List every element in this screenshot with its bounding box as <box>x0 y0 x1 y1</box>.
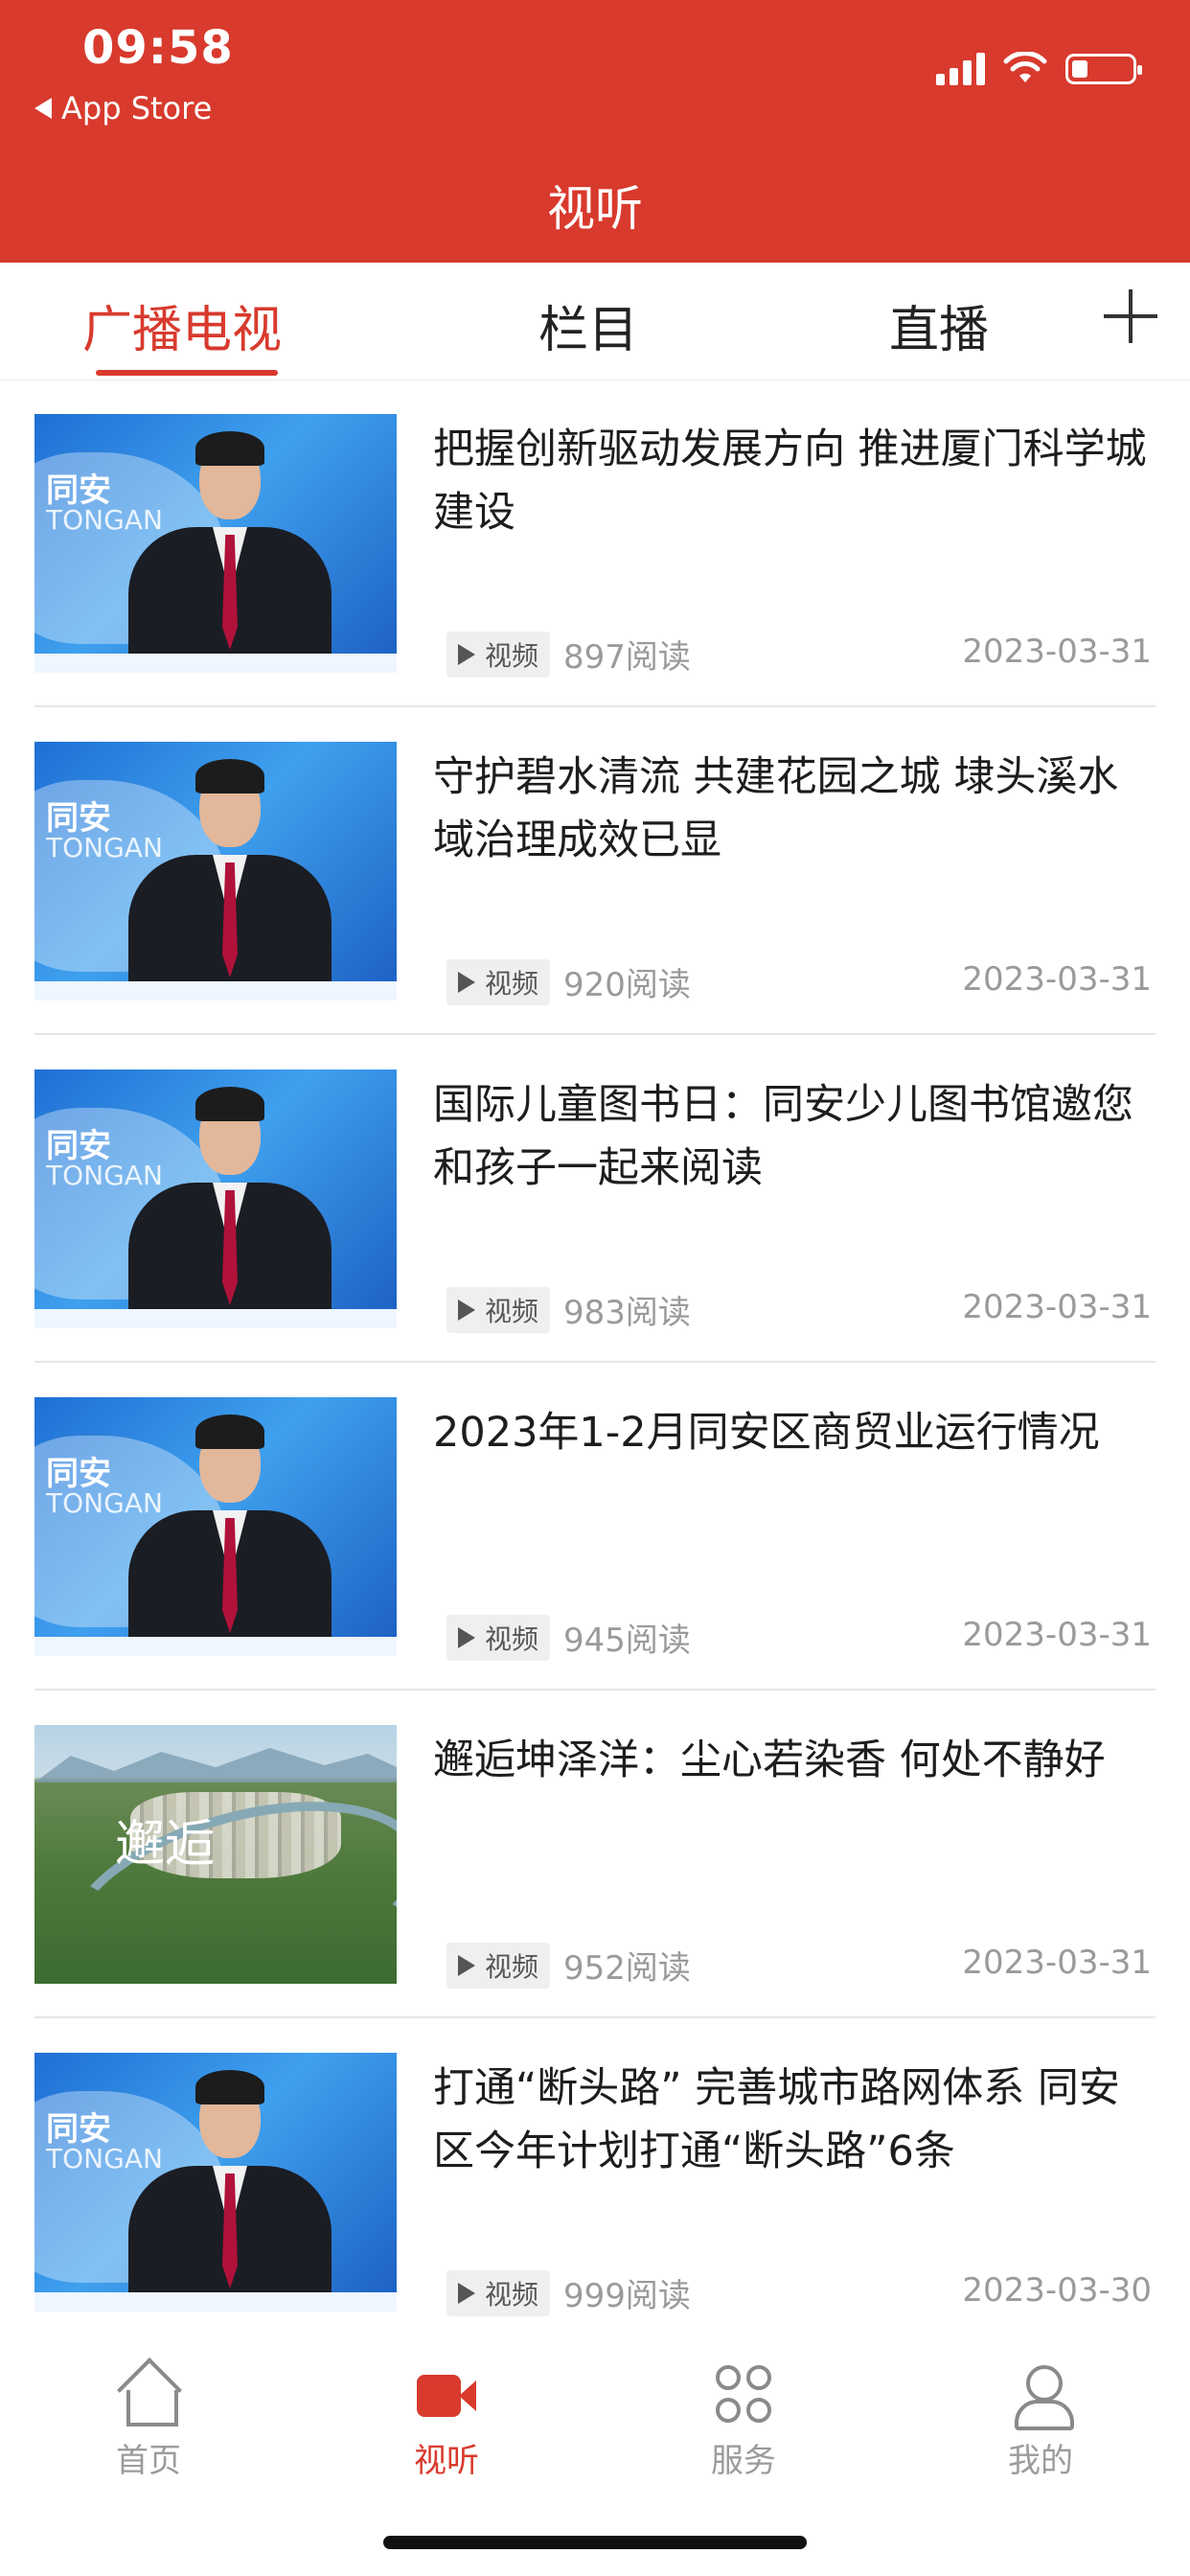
active-tab-indicator <box>96 370 278 376</box>
article-item[interactable]: 同安 TONGAN 把握创新驱动发展方向 推进厦门科学城建设 视频 897阅读 … <box>0 380 1190 707</box>
article-thumbnail[interactable]: 邂逅 <box>34 1725 397 1984</box>
article-title[interactable]: 2023年1-2月同安区商贸业运行情况 <box>433 1401 1156 1464</box>
read-count: 999阅读 <box>563 2277 691 2315</box>
play-icon <box>458 971 475 993</box>
video-tag: 视频 <box>446 958 551 1005</box>
read-count: 897阅读 <box>563 638 691 677</box>
article-item[interactable]: 同安 TONGAN 2023年1-2月同安区商贸业运行情况 视频 945阅读 2… <box>0 1363 1190 1690</box>
nav-services-label: 服务 <box>711 2442 776 2480</box>
battery-icon <box>1065 54 1142 84</box>
nav-mine[interactable]: 我的 <box>964 2363 1117 2481</box>
back-arrow-icon <box>34 98 52 119</box>
thumbnail-logo-en: TONGAN <box>46 832 163 863</box>
back-app-label: App Store <box>61 90 213 126</box>
play-icon <box>458 1954 475 1976</box>
video-tag-label: 视频 <box>485 1950 539 1983</box>
home-indicator[interactable] <box>383 2536 807 2549</box>
article-date: 2023-03-31 <box>962 1288 1152 1326</box>
play-icon <box>458 1626 475 1648</box>
tab-broadcast-tv[interactable]: 广播电视 <box>82 289 282 361</box>
video-tag-label: 视频 <box>485 1622 539 1655</box>
video-tag: 视频 <box>446 1614 551 1661</box>
article-thumbnail[interactable]: 同安 TONGAN <box>34 2053 397 2312</box>
video-tag: 视频 <box>446 631 551 678</box>
thumbnail-logo-en: TONGAN <box>46 1160 163 1191</box>
read-count: 920阅读 <box>563 966 691 1004</box>
article-date: 2023-03-31 <box>962 1616 1152 1654</box>
article-meta: 视频 897阅读 <box>446 631 691 678</box>
wifi-icon <box>1003 52 1047 82</box>
play-icon <box>458 2282 475 2304</box>
article-date: 2023-03-31 <box>962 960 1152 999</box>
add-tab-plus-icon[interactable] <box>1104 289 1157 343</box>
article-title[interactable]: 邂逅坤泽洋：尘心若染香 何处不静好 <box>433 1729 1156 1792</box>
play-icon <box>458 1299 475 1321</box>
video-tag-label: 视频 <box>485 2278 539 2311</box>
category-tabs: 广播电视 栏目 直播 <box>0 263 1190 380</box>
read-count: 983阅读 <box>563 1294 691 1332</box>
article-thumbnail[interactable]: 同安 TONGAN <box>34 1397 397 1656</box>
nav-services[interactable]: 服务 <box>667 2363 820 2481</box>
article-meta: 视频 999阅读 <box>446 2269 691 2316</box>
nav-home[interactable]: 首页 <box>72 2363 225 2481</box>
article-date: 2023-03-31 <box>962 632 1152 671</box>
video-tag: 视频 <box>446 2269 551 2316</box>
thumbnail-calligraphy: 邂逅 <box>115 1816 216 1874</box>
back-to-app-link[interactable]: App Store <box>34 90 212 126</box>
article-title[interactable]: 把握创新驱动发展方向 推进厦门科学城建设 <box>433 418 1156 544</box>
article-title[interactable]: 国际儿童图书日：同安少儿图书馆邀您和孩子一起来阅读 <box>433 1073 1156 1200</box>
video-tag: 视频 <box>446 1942 551 1989</box>
article-meta: 视频 920阅读 <box>446 958 691 1005</box>
article-item[interactable]: 邂逅 邂逅坤泽洋：尘心若染香 何处不静好 视频 952阅读 2023-03-31 <box>0 1690 1190 2018</box>
grid-icon <box>712 2363 775 2426</box>
page-title: 视听 <box>547 181 643 237</box>
article-item[interactable]: 同安 TONGAN 国际儿童图书日：同安少儿图书馆邀您和孩子一起来阅读 视频 9… <box>0 1035 1190 1363</box>
read-count: 952阅读 <box>563 1949 691 1988</box>
nav-home-label: 首页 <box>116 2442 181 2480</box>
home-icon <box>117 2363 180 2426</box>
nav-mine-label: 我的 <box>1008 2442 1073 2480</box>
thumbnail-logo-en: TONGAN <box>46 1487 163 1519</box>
cellular-signal-icon <box>936 53 985 85</box>
read-count: 945阅读 <box>563 1622 691 1660</box>
article-item[interactable]: 同安 TONGAN 打通“断头路” 完善城市路网体系 同安区今年计划打通“断头路… <box>0 2018 1190 2346</box>
article-meta: 视频 945阅读 <box>446 1614 691 1661</box>
nav-audio-video-label: 视听 <box>414 2442 479 2480</box>
article-thumbnail[interactable]: 同安 TONGAN <box>34 414 397 673</box>
article-item[interactable]: 同安 TONGAN 守护碧水清流 共建花园之城 埭头溪水域治理成效已显 视频 9… <box>0 707 1190 1035</box>
article-date: 2023-03-30 <box>962 2271 1152 2310</box>
article-thumbnail[interactable]: 同安 TONGAN <box>34 1070 397 1328</box>
thumbnail-logo-en: TONGAN <box>46 504 163 536</box>
nav-audio-video[interactable]: 视听 <box>370 2363 523 2481</box>
thumbnail-logo-en: TONGAN <box>46 2143 163 2174</box>
tab-columns[interactable]: 栏目 <box>538 289 638 361</box>
article-title[interactable]: 守护碧水清流 共建花园之城 埭头溪水域治理成效已显 <box>433 746 1156 872</box>
article-title[interactable]: 打通“断头路” 完善城市路网体系 同安区今年计划打通“断头路”6条 <box>433 2057 1156 2183</box>
top-header: 09:58 App Store 视听 <box>0 0 1190 263</box>
video-tag-label: 视频 <box>485 639 539 672</box>
article-meta: 视频 952阅读 <box>446 1942 691 1989</box>
status-icons <box>936 52 1142 86</box>
article-date: 2023-03-31 <box>962 1944 1152 1982</box>
tab-live[interactable]: 直播 <box>889 289 989 361</box>
video-camera-icon <box>415 2363 478 2426</box>
status-time: 09:58 <box>82 21 234 75</box>
video-tag-label: 视频 <box>485 1295 539 1327</box>
article-thumbnail[interactable]: 同安 TONGAN <box>34 742 397 1000</box>
article-meta: 视频 983阅读 <box>446 1286 691 1333</box>
video-tag-label: 视频 <box>485 967 539 1000</box>
video-tag: 视频 <box>446 1286 551 1333</box>
play-icon <box>458 643 475 665</box>
person-icon <box>1009 2363 1074 2430</box>
